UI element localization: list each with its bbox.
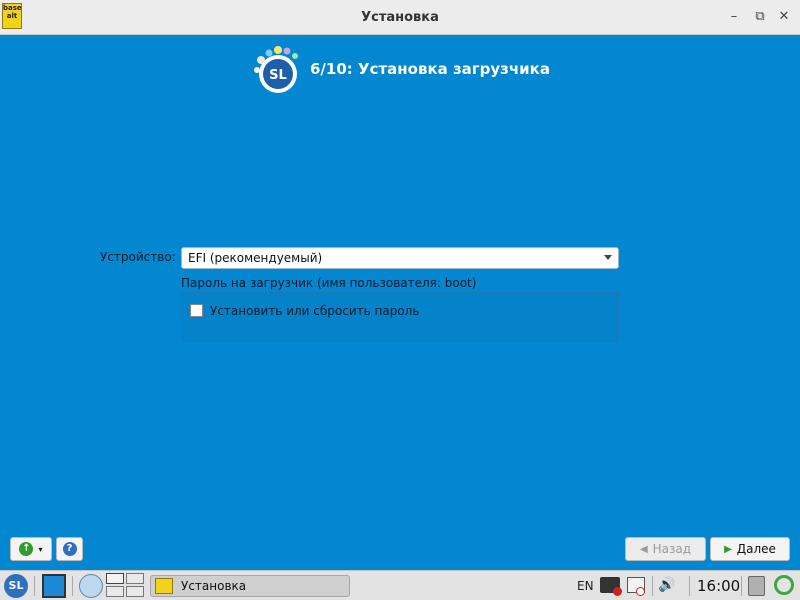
close-button[interactable]: ✕ xyxy=(774,8,794,26)
arrow-left-icon: ◀ xyxy=(639,543,648,555)
minimize-button[interactable]: – xyxy=(724,8,744,26)
dropdown-caret-icon: ▾ xyxy=(38,544,43,554)
power-icon[interactable] xyxy=(774,575,794,595)
taskbar-separator xyxy=(689,576,690,596)
installer-main: SL 6/10: Установка загрузчика Устройство… xyxy=(0,36,800,570)
simply-linux-logo-icon: SL xyxy=(254,46,298,93)
device-label: Устройство: xyxy=(100,250,176,264)
arrow-up-icon: ↑ xyxy=(19,542,34,556)
restore-button[interactable]: ⧉ xyxy=(750,8,770,26)
printer-blocked-badge-icon xyxy=(636,587,645,596)
taskbar: SL Установка EN 🔊 16:00 xyxy=(0,570,800,600)
password-group: Установить или сбросить пароль xyxy=(181,292,619,342)
logo-text: SL xyxy=(269,68,287,83)
menu-button[interactable]: ↑ ▾ xyxy=(10,537,52,561)
chevron-down-icon xyxy=(604,255,612,260)
password-label: Пароль на загрузчик (имя пользователя: b… xyxy=(181,276,477,290)
taskbar-separator xyxy=(34,576,35,596)
workspace-3-icon[interactable] xyxy=(126,573,144,584)
back-button[interactable]: ◀ Назад xyxy=(625,537,706,561)
network-error-badge-icon xyxy=(613,587,622,596)
volume-icon[interactable]: 🔊 xyxy=(658,577,680,595)
trash-icon[interactable] xyxy=(748,576,765,596)
help-icon: ? xyxy=(62,542,77,556)
step-title: 6/10: Установка загрузчика xyxy=(310,60,550,78)
taskbar-separator xyxy=(741,576,742,596)
arrow-right-icon: ▶ xyxy=(724,543,732,555)
taskbar-separator xyxy=(72,576,73,596)
taskbar-task-installer[interactable]: Установка xyxy=(150,575,350,597)
workspace-2-icon[interactable] xyxy=(106,586,124,597)
show-desktop-icon[interactable] xyxy=(42,574,66,598)
next-button-label: Далее xyxy=(736,542,776,556)
taskbar-task-label: Установка xyxy=(181,579,247,593)
keyboard-layout-indicator[interactable]: EN xyxy=(577,579,594,593)
device-select[interactable]: EFI (рекомендуемый) xyxy=(181,247,619,269)
back-button-label: Назад xyxy=(652,542,692,556)
set-password-checkbox[interactable] xyxy=(190,304,203,317)
device-select-value: EFI (рекомендуемый) xyxy=(188,251,323,265)
workspace-1-icon[interactable] xyxy=(106,573,124,584)
start-menu-button[interactable]: SL xyxy=(4,574,28,598)
window-titlebar[interactable]: base alt Установка – ⧉ ✕ xyxy=(0,0,800,35)
window-title: Установка xyxy=(361,10,439,25)
workspace-4-icon[interactable] xyxy=(126,586,144,597)
taskbar-separator xyxy=(652,576,653,596)
help-button[interactable]: ? xyxy=(56,537,83,561)
clock[interactable]: 16:00 xyxy=(697,577,740,595)
set-password-label[interactable]: Установить или сбросить пароль xyxy=(210,304,419,318)
next-button[interactable]: ▶ Далее xyxy=(710,537,790,561)
browser-icon[interactable] xyxy=(79,574,103,598)
installer-app-icon xyxy=(155,578,173,594)
